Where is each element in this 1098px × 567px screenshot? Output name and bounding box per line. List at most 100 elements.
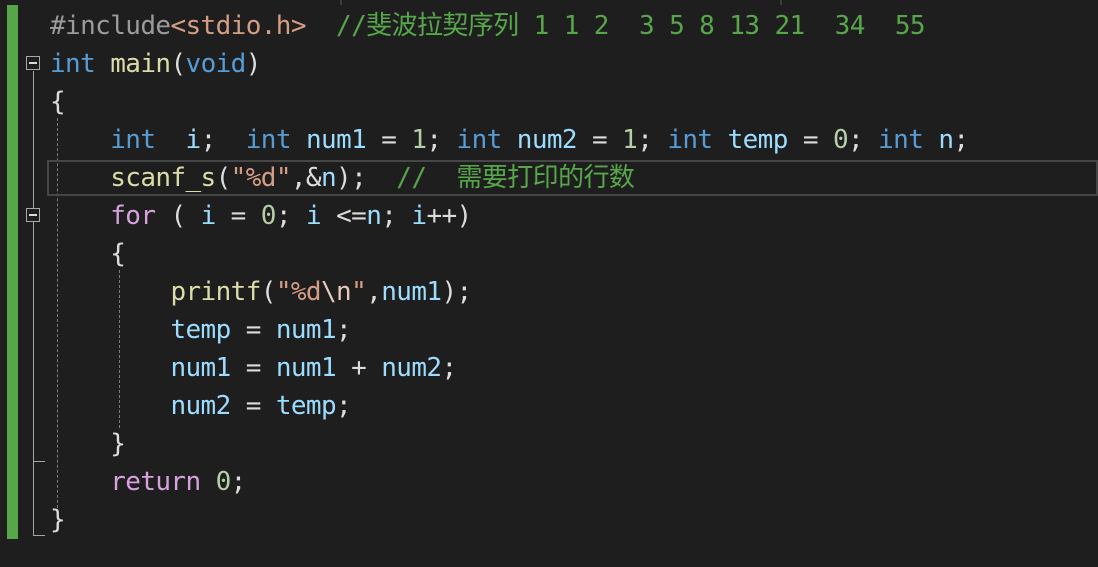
string-token: "%d <box>275 277 322 307</box>
variable-token: num1 <box>381 277 442 307</box>
code-token: ( <box>170 49 186 79</box>
code-token: ( <box>260 277 277 307</box>
string-token: "%d" <box>230 163 292 193</box>
tab-separator <box>780 0 782 5</box>
escape-token: \n <box>321 277 352 307</box>
keyword-token: void <box>185 49 247 79</box>
code-token: ; <box>426 125 457 155</box>
variable-token: n <box>938 125 954 155</box>
code-token: ,& <box>290 163 322 193</box>
code-editor[interactable]: #include<stdio.h> //斐波拉契序列 1 1 2 3 5 8 1… <box>0 0 1098 567</box>
control-keyword-token: for <box>110 201 156 231</box>
variable-token: temp <box>275 391 337 421</box>
code-token: = <box>787 125 833 155</box>
comment-token: //斐波拉契序列 1 1 2 3 5 8 13 21 34 55 <box>336 11 926 41</box>
code-line[interactable]: temp = num1; <box>50 311 351 349</box>
variable-token: i <box>411 201 427 231</box>
code-token: = <box>230 353 276 383</box>
code-token: ; <box>441 353 457 383</box>
include-path-token: <stdio.h> <box>170 11 306 41</box>
variable-token: num1 <box>305 125 367 155</box>
variable-token: i <box>185 125 202 155</box>
code-line[interactable]: #include<stdio.h> //斐波拉契序列 1 1 2 3 5 8 1… <box>50 7 926 45</box>
code-token: = <box>230 391 276 421</box>
code-token: { <box>50 87 66 117</box>
code-line[interactable]: int i; int num1 = 1; int num2 = 1; int t… <box>50 121 969 159</box>
code-token: + <box>336 353 382 383</box>
keyword-token: int <box>878 125 924 155</box>
code-line[interactable]: } <box>50 501 66 539</box>
code-token: ) <box>245 49 262 79</box>
code-line[interactable]: return 0; <box>50 463 246 501</box>
keyword-token: int <box>50 49 96 79</box>
variable-token: i <box>305 201 322 231</box>
code-token: ++) <box>426 201 472 231</box>
control-keyword-token: return <box>110 467 201 497</box>
code-line[interactable]: scanf_s("%d",&n); // 需要打印的行数 <box>50 159 635 197</box>
code-token: ; <box>336 315 352 345</box>
code-line[interactable]: } <box>50 425 126 463</box>
variable-token: num1 <box>275 315 337 345</box>
code-token: ; <box>848 125 879 155</box>
code-token: , <box>366 277 382 307</box>
number-token: 1 <box>622 125 638 155</box>
code-line[interactable]: printf("%d\n",num1); <box>50 273 472 311</box>
fold-region-line <box>33 223 34 461</box>
function-token: main <box>110 49 171 79</box>
code-token: ( <box>155 201 201 231</box>
code-line[interactable]: { <box>50 83 66 121</box>
variable-token: num2 <box>170 391 231 421</box>
fold-region-end <box>33 535 45 536</box>
code-line[interactable]: int main(void) <box>50 45 261 83</box>
code-line[interactable]: num2 = temp; <box>50 387 351 425</box>
number-token: 1 <box>411 125 427 155</box>
code-line[interactable]: num1 = num1 + num2; <box>50 349 457 387</box>
code-token: ; <box>637 125 668 155</box>
code-token: = <box>366 125 412 155</box>
code-token: ; <box>953 125 969 155</box>
number-token: 0 <box>215 467 232 497</box>
code-line[interactable]: for ( i = 0; i <=n; i++) <box>50 197 472 235</box>
tab-strip-edge <box>0 0 1098 5</box>
string-token: " <box>351 277 367 307</box>
preprocessor-token: #include <box>50 11 171 41</box>
keyword-token: int <box>245 125 292 155</box>
variable-token: n <box>320 163 337 193</box>
variable-token: num2 <box>381 353 442 383</box>
code-token: ; <box>275 201 306 231</box>
collapse-for-icon[interactable] <box>26 208 40 222</box>
code-token: ; <box>230 467 247 497</box>
code-token: = <box>215 201 261 231</box>
code-token: ); <box>441 277 472 307</box>
code-token: { <box>110 239 126 269</box>
collapse-main-icon[interactable] <box>26 56 40 70</box>
variable-token: i <box>200 201 217 231</box>
variable-token: num1 <box>170 353 231 383</box>
number-token: 0 <box>832 125 849 155</box>
comment-token: // 需要打印的行数 <box>396 163 635 193</box>
code-token: ; <box>336 391 352 421</box>
code-line[interactable]: { <box>50 235 126 273</box>
code-token: ; <box>200 125 246 155</box>
keyword-token: int <box>456 125 503 155</box>
fold-region-end <box>33 461 45 462</box>
variable-token: num2 <box>516 125 578 155</box>
